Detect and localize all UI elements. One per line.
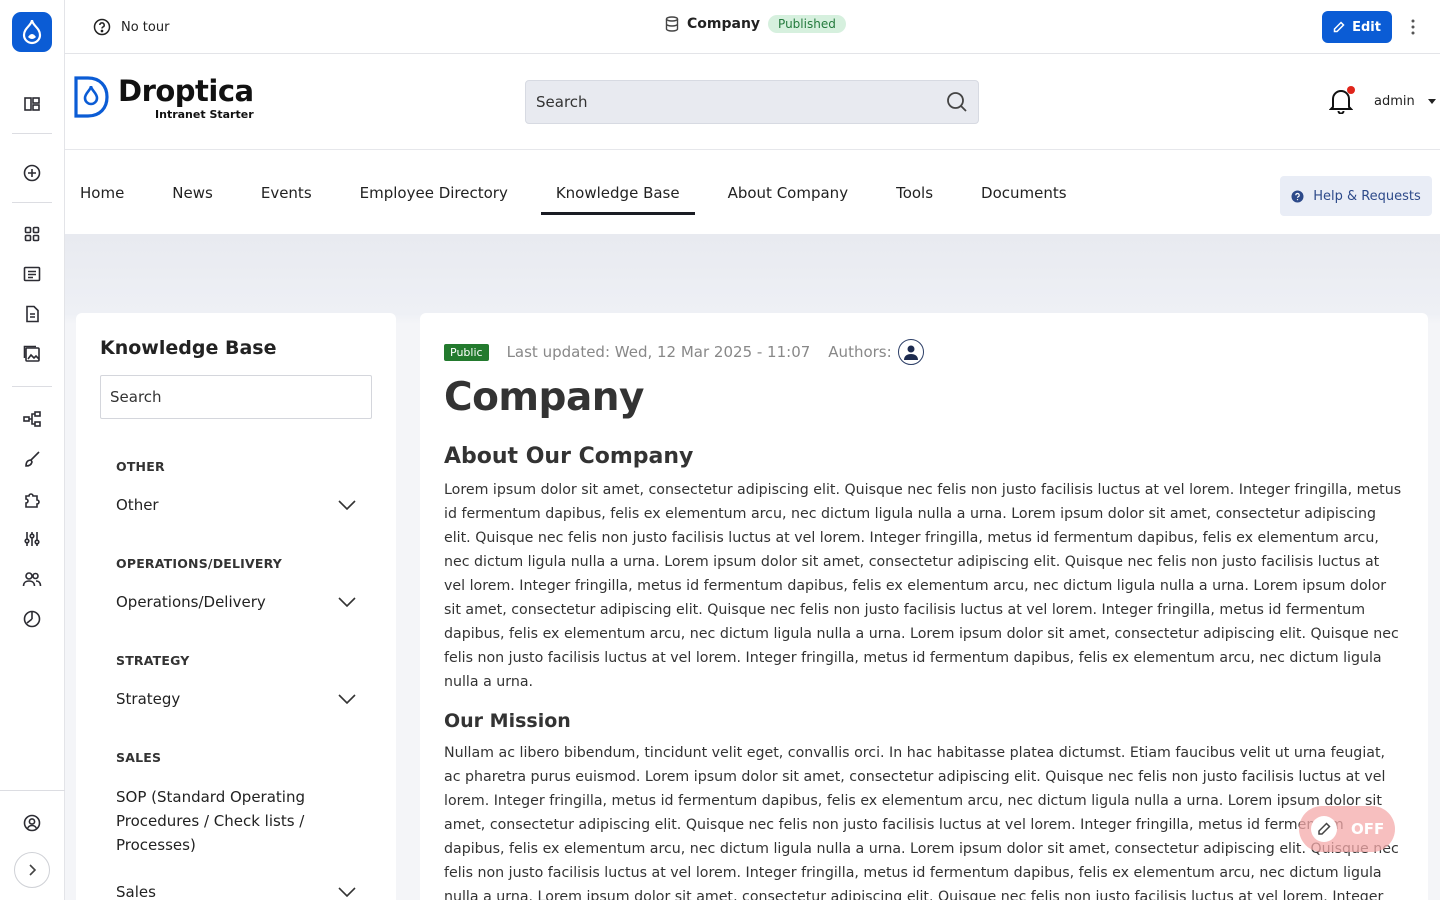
status-badge: Published bbox=[768, 15, 846, 33]
site-header: Droptica Intranet Starter admin bbox=[65, 54, 1440, 150]
author-avatar-icon[interactable] bbox=[897, 339, 924, 365]
nav-item-about-company[interactable]: About Company bbox=[713, 174, 863, 215]
nav-item-news[interactable]: News bbox=[157, 174, 228, 215]
more-options-icon[interactable] bbox=[1403, 16, 1423, 38]
pencil-icon bbox=[1311, 816, 1337, 842]
sidebar-title: Knowledge Base bbox=[100, 337, 277, 359]
section-body: Lorem ipsum dolor sit amet, consectetur … bbox=[444, 482, 1402, 690]
help-requests-button[interactable]: Help & Requests bbox=[1280, 176, 1432, 216]
drupal-logo-icon[interactable] bbox=[12, 12, 52, 52]
user-name: admin bbox=[1374, 94, 1415, 109]
media-icon[interactable] bbox=[12, 337, 52, 371]
kb-category-heading: OPERATIONS/DELIVERY bbox=[116, 556, 283, 571]
files-icon[interactable] bbox=[12, 297, 52, 331]
structure-icon[interactable] bbox=[12, 402, 52, 436]
brand-tagline: Intranet Starter bbox=[155, 107, 254, 121]
last-updated: Last updated: Wed, 12 Mar 2025 - 11:07 bbox=[506, 343, 811, 361]
authors-label: Authors: bbox=[828, 343, 892, 361]
add-circle-icon[interactable] bbox=[12, 156, 52, 190]
help-circle-icon bbox=[93, 18, 111, 36]
rail-divider bbox=[12, 133, 52, 134]
admin-top-bar: No tour Company Published Edit bbox=[65, 0, 1440, 54]
tour-label: No tour bbox=[121, 19, 170, 35]
nav-item-knowledge-base[interactable]: Knowledge Base bbox=[540, 174, 695, 215]
kb-item-operations-delivery[interactable]: Operations/Delivery bbox=[116, 593, 356, 611]
edit-label: Edit bbox=[1352, 19, 1381, 35]
kb-item-strategy[interactable]: Strategy bbox=[116, 690, 356, 708]
nav-item-documents[interactable]: Documents bbox=[966, 174, 1082, 215]
nav-item-tools[interactable]: Tools bbox=[881, 174, 948, 215]
page-title-label: Company bbox=[687, 16, 761, 32]
kb-item-sales[interactable]: Sales bbox=[116, 883, 356, 900]
nav-item-events[interactable]: Events bbox=[246, 174, 327, 215]
authors: Authors: bbox=[828, 339, 924, 365]
help-requests-label: Help & Requests bbox=[1313, 188, 1421, 204]
dashboard-icon[interactable] bbox=[12, 217, 52, 251]
help-icon bbox=[1291, 190, 1304, 203]
page-status: Company Published bbox=[665, 15, 846, 33]
kb-category-heading: STRATEGY bbox=[116, 653, 190, 668]
site-search bbox=[525, 80, 979, 124]
user-profile-icon[interactable] bbox=[12, 806, 52, 840]
toggle-label: OFF bbox=[1351, 820, 1385, 838]
nav-item-home[interactable]: Home bbox=[65, 174, 139, 215]
main-navigation: Home News Events Employee Directory Know… bbox=[65, 150, 1440, 234]
nav-list: Home News Events Employee Directory Know… bbox=[65, 174, 1100, 215]
kb-link-sop[interactable]: SOP (Standard Operating Procedures / Che… bbox=[116, 785, 316, 857]
people-icon[interactable] bbox=[12, 562, 52, 596]
kb-item-other[interactable]: Other bbox=[116, 496, 356, 514]
kb-search-input[interactable] bbox=[100, 375, 372, 419]
section-body: Nullam ac libero bibendum, tincidunt vel… bbox=[444, 745, 1399, 900]
chevron-down-icon bbox=[338, 887, 356, 897]
site-search-input[interactable] bbox=[536, 93, 946, 111]
database-icon bbox=[665, 16, 679, 32]
admin-toolbar bbox=[0, 0, 65, 900]
notifications-bell-icon[interactable] bbox=[1329, 86, 1355, 116]
article-meta: Public Last updated: Wed, 12 Mar 2025 - … bbox=[444, 339, 1404, 365]
nav-item-employee-directory[interactable]: Employee Directory bbox=[345, 174, 523, 215]
chevron-down-icon bbox=[338, 694, 356, 704]
notification-dot bbox=[1347, 86, 1355, 94]
kb-category-heading: SALES bbox=[116, 750, 162, 765]
article-title: Company bbox=[444, 375, 644, 420]
kb-item-label: Strategy bbox=[116, 690, 181, 708]
rail-divider bbox=[12, 386, 52, 387]
extend-icon[interactable] bbox=[12, 482, 52, 516]
chevron-down-icon bbox=[338, 597, 356, 607]
edit-mode-toggle[interactable]: OFF bbox=[1299, 806, 1395, 852]
kb-category-heading: OTHER bbox=[116, 459, 165, 474]
reports-icon[interactable] bbox=[12, 602, 52, 636]
kb-item-label: Operations/Delivery bbox=[116, 593, 266, 611]
pencil-icon bbox=[1333, 21, 1345, 33]
user-menu[interactable]: admin bbox=[1374, 94, 1437, 109]
kb-item-label: Other bbox=[116, 496, 159, 514]
droptica-logo-icon bbox=[72, 76, 110, 118]
content-icon[interactable] bbox=[12, 257, 52, 291]
edit-button[interactable]: Edit bbox=[1322, 11, 1392, 43]
section-heading: Our Mission bbox=[444, 710, 571, 732]
expand-icon[interactable] bbox=[14, 852, 50, 888]
chevron-down-icon bbox=[338, 500, 356, 510]
config-icon[interactable] bbox=[12, 522, 52, 556]
rail-divider bbox=[12, 202, 52, 203]
caret-down-icon bbox=[1427, 98, 1437, 105]
public-badge: Public bbox=[444, 343, 489, 361]
search-icon[interactable] bbox=[946, 91, 968, 113]
tour-button[interactable]: No tour bbox=[93, 18, 169, 36]
layout-icon[interactable] bbox=[12, 87, 52, 121]
knowledge-base-sidebar: Knowledge Base OTHER Other OPERATIONS/DE… bbox=[76, 313, 396, 900]
kb-item-label: Sales bbox=[116, 883, 156, 900]
article: Public Last updated: Wed, 12 Mar 2025 - … bbox=[420, 313, 1428, 900]
appearance-icon[interactable] bbox=[12, 442, 52, 476]
site-logo[interactable]: Droptica Intranet Starter bbox=[72, 74, 254, 121]
brand-name: Droptica bbox=[118, 74, 254, 108]
section-heading: About Our Company bbox=[444, 444, 694, 469]
rail-divider bbox=[0, 790, 65, 791]
